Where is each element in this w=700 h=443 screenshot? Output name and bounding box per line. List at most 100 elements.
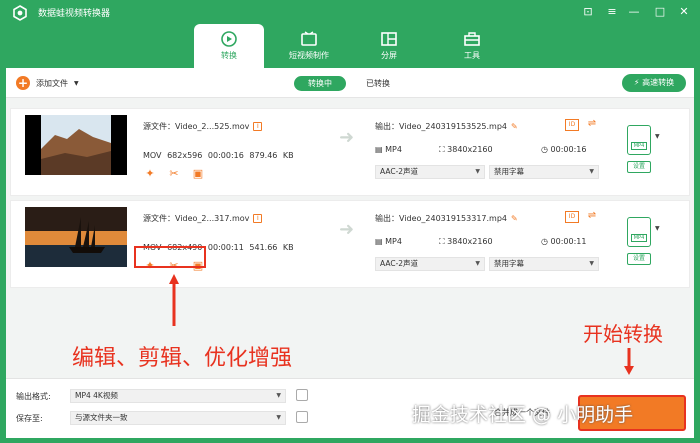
- source-label: 源文件：: [143, 122, 175, 131]
- watermark-text: 掘金技术社区 @ 小明助手: [412, 404, 634, 426]
- output-duration-value: 00:00:16: [550, 145, 587, 154]
- enhance-icon[interactable]: ✦: [143, 167, 157, 181]
- app-title: 数据蛙视频转换器: [38, 9, 111, 19]
- title-bar: 数据蛙视频转换器 ⊡ ≡ — □ ✕: [0, 0, 700, 26]
- maximize-button[interactable]: □: [652, 4, 668, 20]
- output-info-badge-icon[interactable]: ID: [565, 211, 579, 223]
- feedback-icon[interactable]: ⊡: [580, 4, 596, 20]
- edit-tools: ✦ ✂ ▣: [143, 167, 205, 181]
- video-maker-icon: [301, 31, 317, 46]
- output-format-value: MP4: [385, 237, 402, 246]
- minimize-button[interactable]: —: [626, 4, 642, 20]
- output-format-icon[interactable]: MP4: [627, 125, 651, 155]
- tab-label: 分屏: [381, 51, 397, 60]
- source-info: 源文件：Video_2...317.mov i: [143, 213, 263, 224]
- tab-label: 短视频制作: [289, 51, 329, 60]
- source-size: 541.66 KB: [249, 243, 294, 252]
- file-row: 源文件：Video_2...317.mov i MOV 682x490 00:00…: [10, 200, 690, 288]
- format-tag: MP4: [631, 142, 647, 150]
- audio-track-select[interactable]: AAC-2声道: [375, 165, 485, 179]
- speed-convert-button[interactable]: ⚡ 高速转换: [622, 74, 686, 92]
- close-button[interactable]: ✕: [676, 4, 692, 20]
- toolbar: + 添加文件 ▼ 转换中 已转换 ⚡ 高速转换: [6, 68, 694, 98]
- lightning-icon: ⚡: [633, 78, 640, 87]
- output-resolution: ⛶ 3840x2160: [439, 145, 493, 155]
- chevron-down-icon[interactable]: ▼: [655, 133, 660, 140]
- settings-button[interactable]: 设置: [627, 161, 651, 173]
- source-size: 879.46 KB: [249, 151, 294, 160]
- output-filename: Video_240319153525.mp4: [399, 122, 507, 131]
- tab-label: 转换: [221, 51, 237, 60]
- tab-converted[interactable]: 已转换: [366, 76, 390, 91]
- tab-converting[interactable]: 转换中: [294, 76, 346, 91]
- output-duration: ◷ 00:00:11: [541, 237, 586, 246]
- subtitle-select[interactable]: 禁用字幕: [489, 257, 599, 271]
- add-file-button[interactable]: + 添加文件 ▼: [16, 76, 79, 90]
- subtitle-select[interactable]: 禁用字幕: [489, 165, 599, 179]
- pencil-icon[interactable]: ✎: [511, 122, 518, 131]
- output-resolution-value: 3840x2160: [447, 145, 493, 154]
- video-file-icon: ▤: [375, 237, 383, 246]
- settings-button[interactable]: 设置: [627, 253, 651, 265]
- output-info: 输出：Video_240319153525.mp4 ✎: [375, 121, 518, 132]
- add-icon: +: [16, 76, 30, 90]
- save-to-select[interactable]: 与源文件夹一致: [70, 411, 286, 425]
- tab-split-screen[interactable]: 分屏: [354, 24, 424, 68]
- output-resolution: ⛶ 3840x2160: [439, 237, 493, 247]
- edit-icon[interactable]: ▣: [191, 167, 205, 181]
- video-thumbnail[interactable]: [25, 207, 127, 267]
- video-file-icon: ▤: [375, 145, 383, 154]
- cut-icon[interactable]: ✂: [167, 167, 181, 181]
- source-filename: Video_2...525.mov: [175, 122, 250, 131]
- merge-icon[interactable]: ⇌: [585, 211, 599, 223]
- output-format: ▤ MP4: [375, 145, 402, 154]
- source-filename: Video_2...317.mov: [175, 214, 250, 223]
- source-resolution: 682x596: [167, 151, 203, 160]
- output-info: 输出：Video_240319153317.mp4 ✎: [375, 213, 518, 224]
- tab-label: 工具: [464, 51, 480, 60]
- output-info-badge-icon[interactable]: ID: [565, 119, 579, 131]
- menu-icon[interactable]: ≡: [604, 4, 620, 20]
- info-icon[interactable]: i: [253, 122, 263, 131]
- output-resolution-value: 3840x2160: [447, 237, 493, 246]
- source-info: 源文件：Video_2...525.mov i: [143, 121, 263, 132]
- toolbox-icon: [464, 32, 480, 46]
- resolution-icon: ⛶: [439, 145, 445, 154]
- save-to-label: 保存至:: [16, 414, 43, 423]
- output-label: 输出：: [375, 122, 399, 131]
- clock-icon: ◷: [541, 145, 548, 154]
- source-duration: 00:00:11: [207, 243, 244, 252]
- speed-convert-label: 高速转换: [642, 78, 675, 87]
- source-format: MOV: [143, 151, 162, 160]
- resolution-icon: ⛶: [439, 237, 445, 246]
- pencil-icon[interactable]: ✎: [511, 214, 518, 223]
- tab-tools[interactable]: 工具: [437, 24, 507, 68]
- output-format-label: 输出格式:: [16, 392, 51, 401]
- chevron-down-icon: ▼: [74, 79, 79, 87]
- thumbnail-image: [25, 207, 127, 267]
- convert-icon: [221, 31, 237, 47]
- output-format-select[interactable]: MP4 4K视频: [70, 389, 286, 403]
- video-thumbnail[interactable]: [25, 115, 127, 175]
- output-filename: Video_240319153317.mp4: [399, 214, 507, 223]
- output-format-icon[interactable]: MP4: [627, 217, 651, 247]
- output-duration-value: 00:00:11: [550, 237, 587, 246]
- arrow-right-icon: ➜: [339, 219, 355, 240]
- format-tag: MP4: [631, 234, 647, 242]
- annotation-start-text: 开始转换: [583, 322, 663, 346]
- source-meta: MOV 682x596 00:00:16 879.46 KB: [143, 151, 294, 160]
- tab-video-maker[interactable]: 短视频制作: [274, 24, 344, 68]
- annotation-arrow-up-icon: [169, 274, 179, 326]
- tab-convert[interactable]: 转换: [194, 24, 264, 68]
- thumbnail-image: [41, 115, 111, 175]
- chevron-down-icon[interactable]: ▼: [655, 225, 660, 232]
- audio-track-select[interactable]: AAC-2声道: [375, 257, 485, 271]
- annotation-highlight-box: [134, 246, 206, 268]
- merge-icon[interactable]: ⇌: [585, 119, 599, 131]
- annotation-arrow-down-icon: [624, 348, 634, 375]
- output-label: 输出：: [375, 214, 399, 223]
- folder-icon[interactable]: [296, 411, 308, 423]
- info-icon[interactable]: i: [253, 214, 263, 223]
- format-settings-icon[interactable]: [296, 389, 308, 401]
- output-duration: ◷ 00:00:16: [541, 145, 586, 154]
